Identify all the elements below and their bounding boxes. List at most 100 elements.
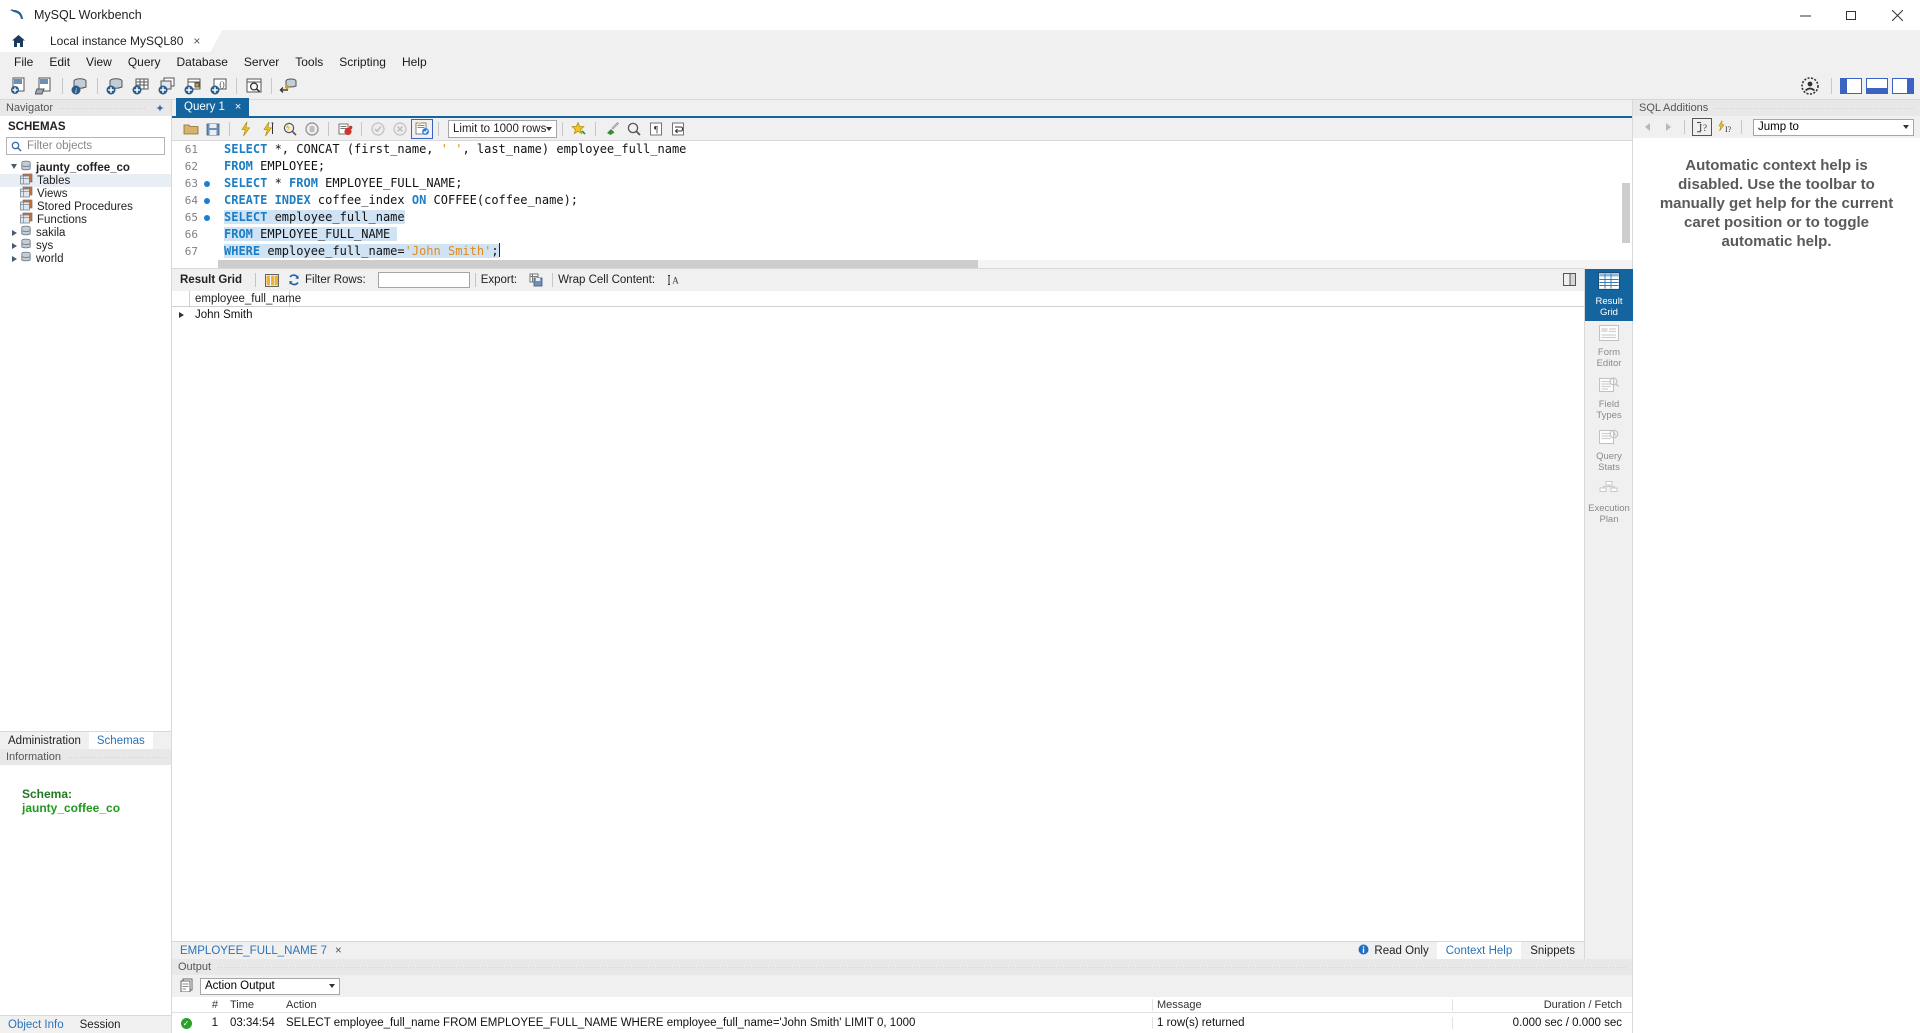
output-row[interactable]: ✓ 1 03:34:54 SELECT employee_full_name F… bbox=[172, 1013, 1632, 1033]
tab-administration[interactable]: Administration bbox=[0, 732, 89, 749]
server-status-icon[interactable]: i bbox=[67, 74, 93, 98]
result-tab-result-grid[interactable]: Result Grid bbox=[1585, 269, 1633, 321]
forward-arrow-icon[interactable] bbox=[1659, 118, 1677, 136]
result-tab-query-stats[interactable]: Query Stats bbox=[1585, 425, 1633, 477]
commit-icon[interactable] bbox=[367, 119, 389, 139]
close-button[interactable] bbox=[1874, 0, 1920, 30]
breakpoint-dot-icon[interactable] bbox=[204, 180, 210, 187]
invisible-chars-icon[interactable]: ¶ bbox=[645, 119, 667, 139]
toolbar-separator bbox=[1831, 78, 1832, 94]
editor-vertical-scrollbar[interactable] bbox=[1622, 143, 1630, 263]
menu-view[interactable]: View bbox=[78, 53, 120, 71]
menu-query[interactable]: Query bbox=[120, 53, 169, 71]
close-icon[interactable]: × bbox=[193, 34, 200, 48]
create-view-icon[interactable] bbox=[154, 74, 180, 98]
sql-editor[interactable]: 61 SELECT *, CONCAT (first_name, ' ', la… bbox=[172, 140, 1632, 268]
collapse-icon[interactable]: ✦ bbox=[153, 102, 167, 115]
create-function-icon[interactable]: () bbox=[206, 74, 232, 98]
menu-help[interactable]: Help bbox=[394, 53, 435, 71]
tab-context-help[interactable]: Context Help bbox=[1436, 942, 1522, 960]
result-tab-line1: Query bbox=[1596, 451, 1622, 462]
execute-current-statement-icon[interactable] bbox=[257, 119, 279, 139]
toggle-secondary-sidebar-button[interactable] bbox=[1892, 78, 1914, 94]
export-icon[interactable] bbox=[525, 270, 547, 290]
rollback-icon[interactable] bbox=[389, 119, 411, 139]
tab-query-1[interactable]: Query 1 × bbox=[176, 98, 250, 116]
menu-edit[interactable]: Edit bbox=[41, 53, 78, 71]
stop-icon[interactable] bbox=[301, 119, 323, 139]
tab-object-info[interactable]: Object Info bbox=[0, 1016, 72, 1033]
row-limit-select[interactable]: Limit to 1000 rows bbox=[448, 120, 558, 138]
toggle-sidebar-button[interactable] bbox=[1840, 78, 1862, 94]
reconnect-server-icon[interactable] bbox=[276, 74, 302, 98]
result-tab-execution-plan[interactable]: Execution Plan bbox=[1585, 477, 1633, 529]
breakpoint-dot-icon[interactable] bbox=[204, 214, 210, 221]
find-icon[interactable] bbox=[623, 119, 645, 139]
close-icon[interactable]: × bbox=[235, 101, 241, 113]
expand-arrow-icon[interactable] bbox=[8, 229, 20, 236]
toggle-output-button[interactable] bbox=[1866, 78, 1888, 94]
search-data-icon[interactable] bbox=[241, 74, 267, 98]
expand-arrow-icon[interactable] bbox=[8, 255, 20, 262]
open-file-icon[interactable] bbox=[180, 119, 202, 139]
toggle-breakpoint-icon[interactable] bbox=[334, 119, 356, 139]
output-list-icon[interactable] bbox=[180, 978, 194, 995]
menu-server[interactable]: Server bbox=[236, 53, 287, 71]
result-tab-line1: Form bbox=[1597, 347, 1621, 358]
search-placeholder-text: Filter objects bbox=[27, 140, 93, 152]
svg-text:A: A bbox=[672, 276, 679, 286]
editor-horizontal-scrollbar[interactable] bbox=[218, 260, 1632, 268]
clear-context-icon[interactable] bbox=[601, 119, 623, 139]
filter-rows-input[interactable] bbox=[377, 272, 470, 288]
output-type-select[interactable]: Action Output bbox=[200, 977, 340, 995]
fetch-all-icon[interactable] bbox=[1563, 273, 1576, 289]
create-schema-icon[interactable] bbox=[102, 74, 128, 98]
column-header[interactable]: employee_full_name bbox=[190, 291, 301, 306]
execute-icon[interactable] bbox=[235, 119, 257, 139]
breakpoint-dot-icon[interactable] bbox=[204, 197, 210, 204]
expand-arrow-icon[interactable] bbox=[8, 163, 20, 172]
tab-snippets[interactable]: Snippets bbox=[1521, 942, 1584, 960]
menu-tools[interactable]: Tools bbox=[287, 53, 331, 71]
context-help-icon[interactable]: I? bbox=[1692, 118, 1712, 136]
maximize-button[interactable] bbox=[1828, 0, 1874, 30]
table-cell[interactable]: John Smith bbox=[190, 307, 290, 323]
breakpoint-gutter[interactable] bbox=[198, 197, 216, 204]
line-number: 61 bbox=[184, 143, 198, 156]
tab-schemas[interactable]: Schemas bbox=[88, 732, 153, 749]
minimize-button[interactable] bbox=[1782, 0, 1828, 30]
search-input[interactable]: Filter objects bbox=[6, 137, 165, 155]
user-account-icon[interactable] bbox=[1797, 74, 1823, 98]
automatic-help-icon[interactable]: I? bbox=[1714, 118, 1734, 136]
beautify-icon[interactable] bbox=[568, 119, 590, 139]
create-procedure-icon[interactable] bbox=[180, 74, 206, 98]
breakpoint-gutter[interactable] bbox=[198, 180, 216, 187]
grid-view-icon[interactable] bbox=[261, 270, 283, 290]
tab-local-instance[interactable]: Local instance MySQL80 × bbox=[36, 30, 222, 52]
refresh-icon[interactable] bbox=[283, 270, 305, 290]
result-tab-field-types[interactable]: Field Types bbox=[1585, 373, 1633, 425]
back-arrow-icon[interactable] bbox=[1639, 118, 1657, 136]
home-tab[interactable] bbox=[0, 30, 36, 52]
new-sql-tab-icon[interactable] bbox=[6, 74, 32, 98]
expand-arrow-icon[interactable] bbox=[8, 242, 20, 249]
menu-scripting[interactable]: Scripting bbox=[331, 53, 394, 71]
explain-icon[interactable] bbox=[279, 119, 301, 139]
wrap-lines-icon[interactable] bbox=[667, 119, 689, 139]
sidebar-item-world[interactable]: world bbox=[0, 251, 171, 265]
breakpoint-gutter[interactable] bbox=[198, 214, 216, 221]
wrap-cell-icon[interactable]: A bbox=[663, 270, 685, 290]
result-grid[interactable]: employee_full_name John Smith bbox=[172, 291, 1584, 941]
table-row[interactable]: John Smith bbox=[172, 307, 1584, 323]
result-set-tab[interactable]: EMPLOYEE_FULL_NAME 7 × bbox=[172, 942, 350, 959]
jump-to-select[interactable]: Jump to bbox=[1753, 118, 1914, 136]
tab-session[interactable]: Session bbox=[72, 1016, 129, 1033]
save-file-icon[interactable] bbox=[202, 119, 224, 139]
close-icon[interactable]: × bbox=[335, 945, 342, 957]
auto-commit-icon[interactable] bbox=[411, 119, 433, 139]
result-tab-form-editor[interactable]: Form Editor bbox=[1585, 321, 1633, 373]
create-table-icon[interactable] bbox=[128, 74, 154, 98]
menu-database[interactable]: Database bbox=[169, 53, 236, 71]
open-sql-script-icon[interactable] bbox=[32, 74, 58, 98]
menu-file[interactable]: File bbox=[6, 53, 41, 71]
